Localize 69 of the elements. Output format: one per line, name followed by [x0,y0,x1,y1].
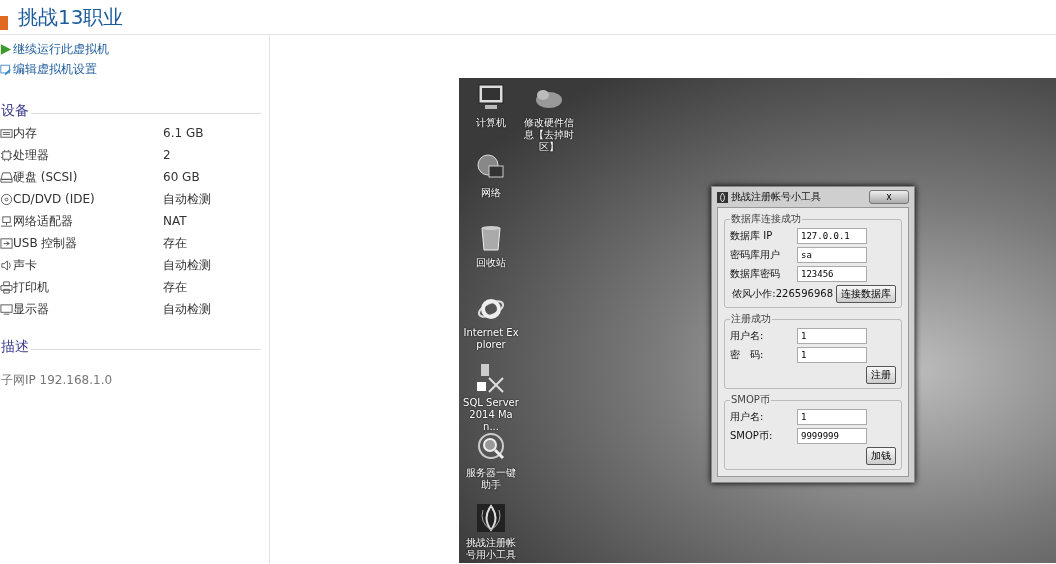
desktop-icon-label[interactable]: 服务器一键助手 [462,467,520,491]
device-value: 2 [163,148,172,162]
action-button[interactable]: 加钱 [866,447,896,465]
device-value: 自动检测 [163,190,212,208]
device-name[interactable]: 硬盘 (SCSI) [13,168,78,186]
device-value: 自动检测 [163,300,212,318]
device-name[interactable]: 声卡 [13,256,37,274]
action-link[interactable]: 继续运行此虚拟机 [0,41,269,58]
device-value: 存在 [163,278,188,296]
device-value: 存在 [163,234,188,252]
field-label: 密码库用户 [730,248,781,262]
dialog-title: 挑战注册帐号小工具 [731,190,822,204]
field-label: 数据库密码 [730,267,781,281]
memory-icon [0,126,13,140]
device-value: 6.1 GB [163,126,205,140]
input-field[interactable]: sa [797,247,867,263]
disc-icon [0,192,13,206]
device-value: 自动检测 [163,256,212,274]
field-label: 用户名: [730,410,765,424]
desktop-icon-label[interactable]: 挑战注册帐号用小工具 [462,537,520,561]
field-label: 用户名: [730,329,765,343]
network-icon [0,214,13,228]
device-name[interactable]: 处理器 [13,146,49,164]
desktop-icon-label[interactable]: 计算机 [476,117,506,129]
desktop-icon-label[interactable]: Internet Explorer [462,327,520,351]
app-emblem-icon [475,502,507,534]
desktop-icon-label[interactable]: 修改硬件信息【去掉时区】 [520,117,578,153]
database-tools-icon [475,362,507,394]
author-note: 侬风小作:226596968 [732,287,833,301]
close-button[interactable]: x [869,190,909,204]
device-name[interactable]: 网络适配器 [13,212,73,230]
group-title: SMOP币 [730,393,771,407]
desktop-icon-label[interactable]: 网络 [481,187,501,199]
printer-icon [0,280,13,294]
input-field[interactable]: 127.0.0.1 [797,228,867,244]
vm-title: 挑战13职业 [18,3,124,31]
group-title: 注册成功 [730,312,772,326]
input-field[interactable]: 1 [797,328,867,344]
input-field[interactable]: 123456 [797,266,867,282]
chip-icon [0,148,13,162]
device-name[interactable]: 显示器 [13,300,49,318]
section-title: 描述 [1,338,29,356]
device-name[interactable]: USB 控制器 [13,234,78,252]
device-name[interactable]: CD/DVD (IDE) [13,192,95,206]
input-field[interactable]: 1 [797,347,867,363]
play-icon [0,43,12,56]
usb-icon [0,236,13,250]
desktop-icon-label[interactable]: SQL Server 2014 Man... [462,397,520,433]
field-label: 密 码: [730,348,765,362]
device-name[interactable]: 内存 [13,124,37,142]
section-title: 设备 [1,102,29,120]
field-label: 数据库 IP [730,229,774,243]
field-label: SMOP币: [730,429,774,443]
action-button[interactable]: 注册 [866,366,896,384]
group-title: 数据库连接成功 [730,212,802,226]
device-value: NAT [163,214,188,228]
input-field[interactable]: 9999999 [797,428,867,444]
device-value: 60 GB [163,170,201,184]
speaker-icon [0,258,13,272]
desktop-icon-label[interactable]: 回收站 [476,257,506,269]
input-field[interactable]: 1 [797,409,867,425]
settings-icon [0,63,12,76]
vm-logo-icon [0,16,8,30]
monitor-icon [0,302,13,316]
description-text: 子网IP 192.168.1.0 [1,372,114,389]
app-emblem-icon [717,191,728,203]
action-link[interactable]: 编辑虚拟机设置 [0,61,269,78]
action-button[interactable]: 连接数据库 [836,285,896,303]
device-name[interactable]: 打印机 [13,278,49,296]
